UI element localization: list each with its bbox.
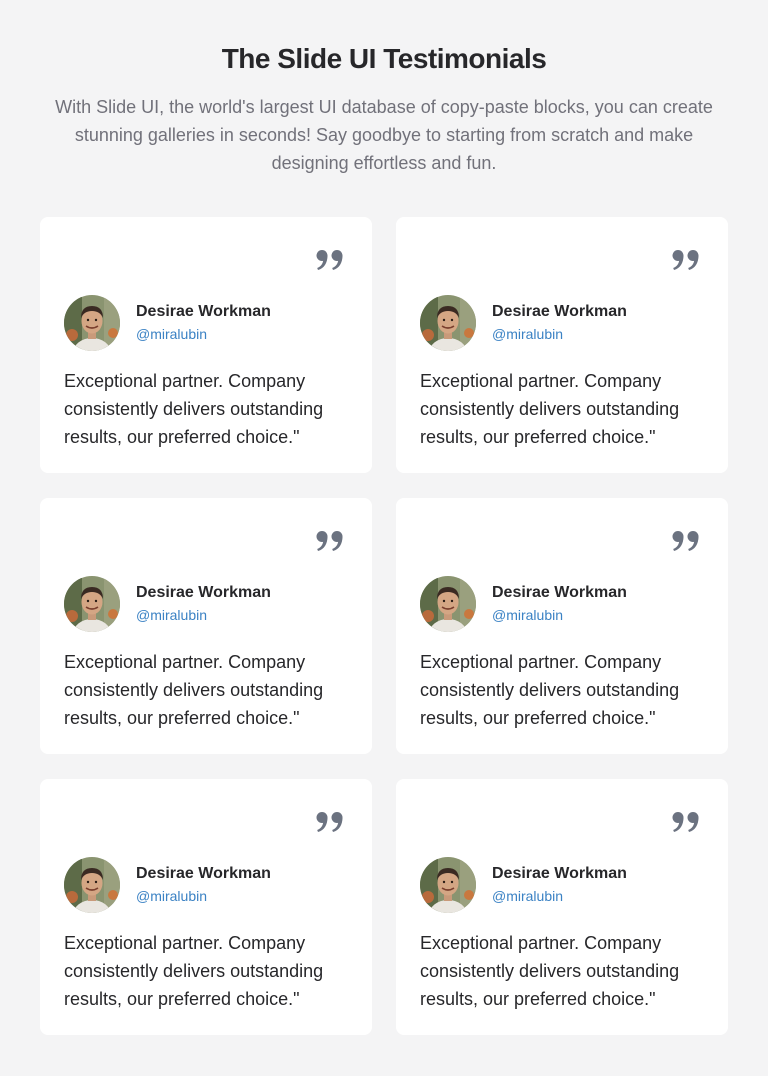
testimonials-grid: Desirae Workman @miralubin Exceptional p… (40, 217, 728, 1035)
section-subtitle: With Slide UI, the world's largest UI da… (55, 97, 713, 173)
author-handle-link[interactable]: @miralubin (136, 885, 271, 907)
author-name: Desirae Workman (136, 584, 271, 601)
author-name: Desirae Workman (492, 865, 627, 882)
testimonial-text: Exceptional partner. Company consistentl… (420, 371, 680, 447)
avatar (64, 295, 120, 351)
author-info: Desirae Workman @miralubin (420, 576, 627, 632)
quote-icon (316, 249, 344, 271)
author-handle-link[interactable]: @miralubin (492, 885, 627, 907)
testimonial-text: Exceptional partner. Company consistentl… (64, 371, 324, 447)
avatar (420, 295, 476, 351)
testimonial-text: Exceptional partner. Company consistentl… (420, 933, 680, 1009)
avatar (420, 857, 476, 913)
author-handle-link[interactable]: @miralubin (492, 604, 627, 626)
testimonial-card: Desirae Workman @miralubin Exceptional p… (40, 498, 372, 754)
testimonial-card: Desirae Workman @miralubin Exceptional p… (396, 498, 728, 754)
author-info: Desirae Workman @miralubin (420, 295, 627, 351)
section-title: The Slide UI Testimonials (221, 43, 547, 74)
author-name: Desirae Workman (492, 303, 627, 320)
quote-icon (672, 530, 700, 552)
testimonial-card: Desirae Workman @miralubin Exceptional p… (396, 217, 728, 473)
quote-icon (672, 811, 700, 833)
author-info: Desirae Workman @miralubin (64, 857, 271, 913)
author-info: Desirae Workman @miralubin (64, 576, 271, 632)
testimonial-card: Desirae Workman @miralubin Exceptional p… (40, 779, 372, 1035)
quote-icon (672, 249, 700, 271)
testimonial-text: Exceptional partner. Company consistentl… (64, 652, 324, 728)
quote-icon (316, 530, 344, 552)
testimonial-text: Exceptional partner. Company consistentl… (420, 652, 680, 728)
author-name: Desirae Workman (136, 865, 271, 882)
testimonial-card: Desirae Workman @miralubin Exceptional p… (40, 217, 372, 473)
author-handle-link[interactable]: @miralubin (492, 323, 627, 345)
testimonial-text: Exceptional partner. Company consistentl… (64, 933, 324, 1009)
author-info: Desirae Workman @miralubin (64, 295, 271, 351)
author-name: Desirae Workman (492, 584, 627, 601)
author-name: Desirae Workman (136, 303, 271, 320)
testimonial-card: Desirae Workman @miralubin Exceptional p… (396, 779, 728, 1035)
avatar (64, 576, 120, 632)
author-handle-link[interactable]: @miralubin (136, 323, 271, 345)
avatar (420, 576, 476, 632)
avatar (64, 857, 120, 913)
testimonials-section: The Slide UI Testimonials With Slide UI,… (0, 0, 768, 1076)
author-info: Desirae Workman @miralubin (420, 857, 627, 913)
quote-icon (316, 811, 344, 833)
author-handle-link[interactable]: @miralubin (136, 604, 271, 626)
